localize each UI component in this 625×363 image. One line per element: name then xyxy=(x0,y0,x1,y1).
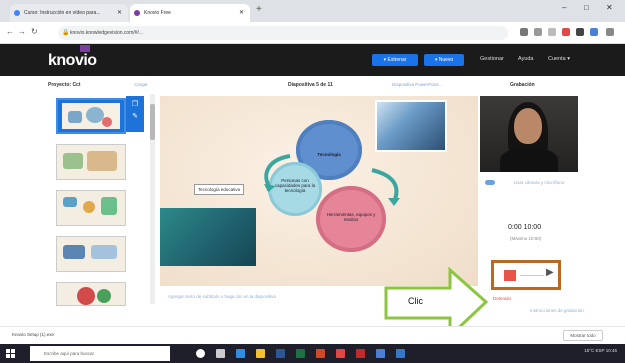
presenter-shirt xyxy=(500,148,558,172)
teal-arrow-icon xyxy=(371,168,400,206)
edit-icon[interactable]: ✎ xyxy=(126,112,144,120)
camera-toggle[interactable] xyxy=(485,180,495,185)
address-bar-row: ← → ↻ 🔒 knovio.knowledgevision.com/#/... xyxy=(0,22,625,44)
extension-icon[interactable] xyxy=(548,28,556,36)
close-tab-icon[interactable]: ✕ xyxy=(239,4,244,22)
recording-max-time: (Máximo 10:00) xyxy=(510,236,542,241)
app-icon[interactable] xyxy=(396,349,405,358)
slide-caption-link[interactable]: Agregar texto de subtítulo o haga clic e… xyxy=(168,294,276,299)
tab-title: Knovio Free xyxy=(144,10,171,16)
extension-icon[interactable] xyxy=(520,28,528,36)
word-icon[interactable] xyxy=(276,349,285,358)
maximize-button[interactable]: □ xyxy=(584,3,589,12)
slide-source-link[interactable]: Diapositiva PowerPoint... xyxy=(392,82,442,87)
new-button[interactable]: ▾ Nuevo xyxy=(424,54,464,66)
recording-time: 0:00 10:00 xyxy=(508,224,542,231)
browser-tab-course[interactable]: Curso: Instrucción en vídeo para... ✕ xyxy=(10,4,128,22)
help-link[interactable]: Ayuda xyxy=(518,56,534,62)
slide-thumbnail[interactable] xyxy=(56,144,126,180)
megaphone-image xyxy=(160,208,256,266)
clic-label: Clic xyxy=(408,296,423,306)
slide-thumbnail[interactable] xyxy=(56,282,126,306)
presenter-face xyxy=(514,108,542,144)
tab-title: Curso: Instrucción en vídeo para... xyxy=(24,10,101,16)
knovio-header: knovio ▾ Estrenar ▾ Nuevo Gestionar Ayud… xyxy=(0,44,625,76)
url-text: knovio.knowledgevision.com/#/... xyxy=(70,30,144,36)
slide-thumbnail[interactable] xyxy=(56,98,126,134)
recording-progress xyxy=(520,275,544,276)
task-view-icon[interactable] xyxy=(216,349,225,358)
back-icon[interactable]: ← xyxy=(6,27,14,36)
thumbnail-scrollbar[interactable] xyxy=(150,94,155,304)
record-button[interactable] xyxy=(504,270,516,281)
minimize-button[interactable]: – xyxy=(562,3,566,12)
copy-icon[interactable]: ❐ xyxy=(126,100,144,108)
taskbar-search-input[interactable]: Escribe aquí para buscar xyxy=(30,346,170,361)
download-bar: Knovio Setup (1).exe Mostrar todo xyxy=(0,326,625,344)
editor-workspace: Proyecto: Cct Cargar Diapositiva 5 de 11… xyxy=(0,76,625,326)
recording-title: Grabación xyxy=(510,82,535,88)
screenshot-root: Curso: Instrucción en vídeo para... ✕ Kn… xyxy=(0,0,625,363)
cortana-icon[interactable] xyxy=(196,349,205,358)
url-input[interactable]: 🔒 knovio.knowledgevision.com/#/... xyxy=(58,26,508,40)
slide-callout: Tecnología educativa xyxy=(194,184,244,195)
gear-tools-label: Herramientas, equipos y medios xyxy=(326,212,376,222)
extension-icon[interactable] xyxy=(562,28,570,36)
present-button[interactable]: ▾ Estrenar xyxy=(372,54,418,66)
logo-badge-icon xyxy=(80,45,90,52)
taskbar-search-placeholder: Escribe aquí para buscar xyxy=(44,351,95,356)
app-icon[interactable] xyxy=(356,349,365,358)
menu-icon[interactable] xyxy=(606,28,614,36)
knovio-logo: knovio xyxy=(48,52,97,69)
teal-arrow-icon xyxy=(264,154,291,192)
slide-counter: Diapositiva 5 de 11 xyxy=(288,82,333,88)
record-controls: ▶ xyxy=(491,260,561,290)
scrollbar-thumb[interactable] xyxy=(150,104,155,140)
manage-link[interactable]: Gestionar xyxy=(480,56,504,62)
browser-tab-knovio[interactable]: Knovio Free ✕ xyxy=(130,4,250,22)
slide-thumbnail[interactable] xyxy=(56,190,126,226)
excel-icon[interactable] xyxy=(296,349,305,358)
windows-taskbar: Escribe aquí para buscar 15°C ESP 10:45 xyxy=(0,344,625,363)
close-tab-icon[interactable]: ✕ xyxy=(117,4,122,22)
webcam-preview xyxy=(480,96,578,172)
file-explorer-icon[interactable] xyxy=(256,349,265,358)
powerpoint-icon[interactable] xyxy=(316,349,325,358)
profile-avatar[interactable] xyxy=(590,28,598,36)
play-icon[interactable]: ▶ xyxy=(546,267,554,278)
slide-preview[interactable]: Tecnología Personas con capacidades para… xyxy=(160,96,478,286)
new-tab-button[interactable]: + xyxy=(256,4,262,15)
forward-icon[interactable]: → xyxy=(18,27,26,36)
extension-icon[interactable] xyxy=(534,28,542,36)
download-item[interactable]: Knovio Setup (1).exe xyxy=(12,332,54,337)
tab-favicon-icon xyxy=(134,10,140,16)
close-window-button[interactable]: ✕ xyxy=(606,3,613,12)
camera-note[interactable]: Usar cámara y micrófono xyxy=(510,180,568,185)
thumbnail-actions: ❐ ✎ xyxy=(126,96,144,132)
account-link[interactable]: Cuenta ▾ xyxy=(548,56,570,62)
browser-tab-strip: Curso: Instrucción en vídeo para... ✕ Kn… xyxy=(0,0,625,22)
gear-technology-label: Tecnología xyxy=(317,152,341,157)
extension-icon[interactable] xyxy=(576,28,584,36)
app-icon[interactable] xyxy=(376,349,385,358)
system-tray[interactable]: 15°C ESP 10:45 xyxy=(584,348,617,353)
windows-start-icon[interactable] xyxy=(6,349,15,358)
tab-favicon-icon xyxy=(14,10,20,16)
show-all-button[interactable]: Mostrar todo xyxy=(563,330,603,341)
lock-icon: 🔒 xyxy=(62,30,70,36)
recording-status: Detenido xyxy=(493,296,512,301)
upload-link[interactable]: Cargar xyxy=(134,82,148,87)
recording-help-link[interactable]: Instrucciones de grabación xyxy=(530,308,584,313)
tech-devices-image xyxy=(375,100,447,152)
project-title: Proyecto: Cct xyxy=(48,82,81,88)
slide-thumbnail[interactable] xyxy=(56,236,126,272)
edge-icon[interactable] xyxy=(236,349,245,358)
reload-icon[interactable]: ↻ xyxy=(31,27,38,36)
chrome-icon[interactable] xyxy=(336,349,345,358)
